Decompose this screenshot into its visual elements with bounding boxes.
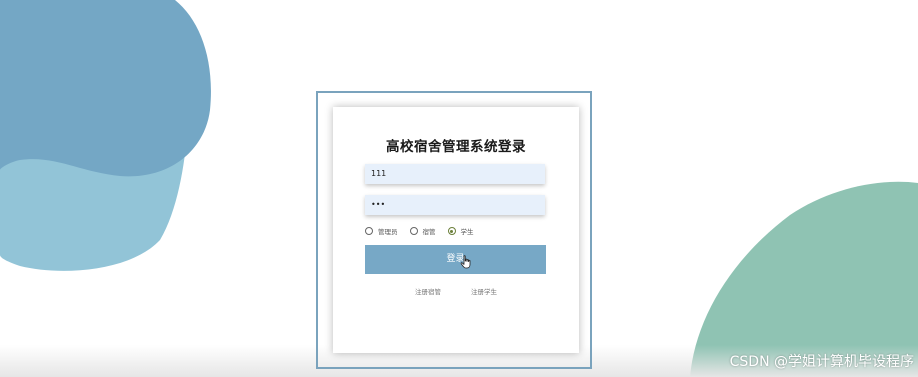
- role-label-student: 学生: [460, 228, 474, 236]
- role-radio-student[interactable]: 学生: [447, 226, 474, 236]
- login-page: 高校宿舍管理系统登录 111 ••• 管理员 宿管 学生 登录 注册宿管 注册学…: [0, 0, 918, 377]
- register-links: 注册宿管 注册学生: [333, 286, 579, 296]
- login-card: 高校宿舍管理系统登录 111 ••• 管理员 宿管 学生 登录 注册宿管 注册学…: [333, 107, 579, 353]
- role-radio-admin[interactable]: 管理员: [365, 226, 398, 236]
- role-radio-group: 管理员 宿管 学生: [365, 225, 486, 237]
- username-input[interactable]: 111: [365, 164, 545, 184]
- radio-circle-icon: [365, 227, 373, 235]
- login-title: 高校宿舍管理系统登录: [386, 139, 526, 155]
- blob-dark-blue: [0, 0, 211, 177]
- role-radio-dorm-manager[interactable]: 宿管: [409, 226, 436, 236]
- role-label-admin: 管理员: [378, 228, 398, 236]
- register-student-link[interactable]: 注册学生: [471, 288, 497, 296]
- radio-checked-icon: [447, 227, 456, 235]
- password-input[interactable]: •••: [365, 195, 545, 215]
- login-button[interactable]: 登录: [365, 245, 546, 274]
- csdn-watermark: CSDN @学姐计算机毕设程序: [729, 354, 914, 370]
- role-label-dorm-manager: 宿管: [422, 228, 436, 236]
- hand-pointer-cursor-icon: [460, 255, 471, 269]
- radio-circle-icon: [409, 227, 418, 235]
- register-dorm-manager-link[interactable]: 注册宿管: [415, 288, 441, 296]
